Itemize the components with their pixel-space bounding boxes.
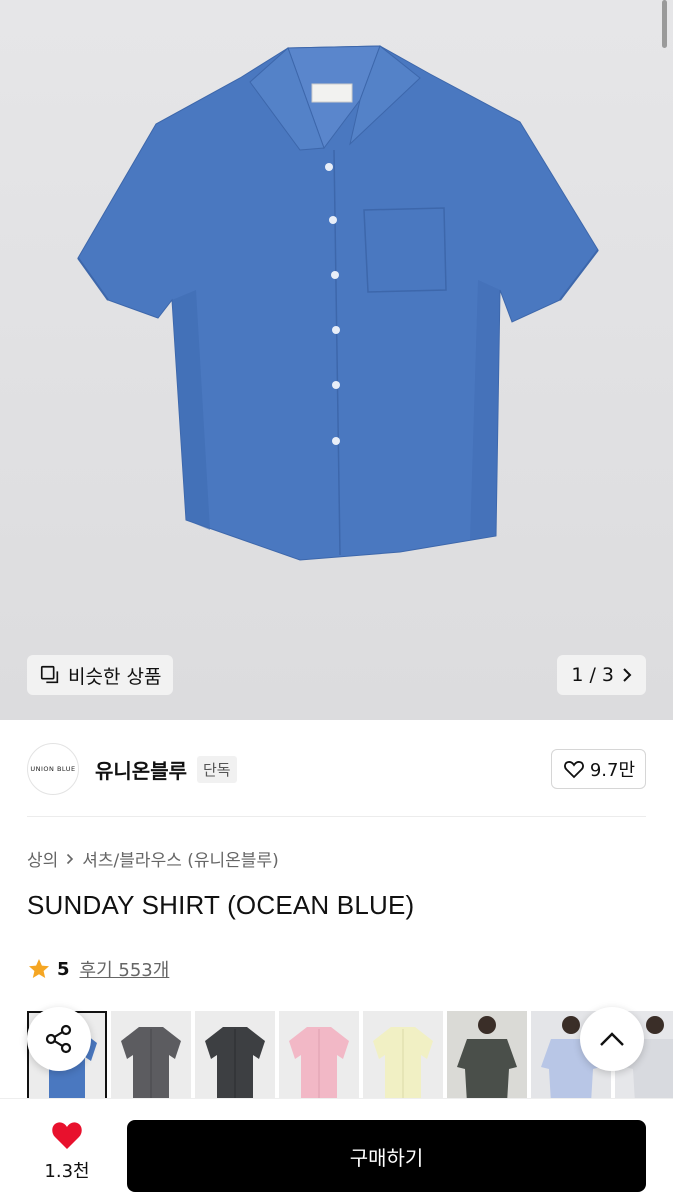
product-image-gallery[interactable]: 비슷한 상품 1 / 3: [0, 0, 673, 720]
heart-outline-icon: [563, 761, 584, 779]
brand-logo-text: UNION BLUE: [30, 765, 76, 773]
wishlist-button[interactable]: 1.3천: [27, 1119, 107, 1183]
similar-products-label: 비슷한 상품: [68, 665, 162, 688]
rating-score: 5: [57, 958, 70, 980]
chevron-up-icon: [600, 1032, 624, 1046]
scrollbar[interactable]: [662, 0, 667, 48]
divider: [27, 816, 646, 817]
thumbnail-image: [447, 1011, 527, 1103]
color-option-yellow[interactable]: [363, 1011, 443, 1103]
heart-filled-icon: [52, 1122, 82, 1149]
rating-summary: 5 후기 553개: [27, 956, 169, 982]
exclusive-badge: 단독: [197, 755, 237, 783]
share-icon: [45, 1024, 72, 1054]
brand-like-button[interactable]: 9.7만: [550, 749, 646, 789]
brand-row: UNION BLUE 유니온블루 단독 9.7만: [27, 742, 646, 796]
thumbnail-image: [205, 1027, 265, 1099]
similar-products-button[interactable]: 비슷한 상품: [27, 655, 174, 695]
chevron-right-icon: [67, 853, 74, 864]
brand-like-count: 9.7만: [589, 760, 635, 781]
brand-name[interactable]: 유니온블루: [95, 755, 187, 784]
color-option-black[interactable]: [195, 1011, 275, 1103]
buy-button[interactable]: 구매하기: [127, 1120, 646, 1192]
color-option-charcoal[interactable]: [111, 1011, 191, 1103]
bottom-action-bar: 1.3천 구매하기: [0, 1099, 673, 1200]
breadcrumb-item-subcategory[interactable]: 셔츠/블라우스 (유니온블루): [82, 846, 278, 871]
breadcrumb: 상의 셔츠/블라우스 (유니온블루): [27, 846, 279, 871]
thumbnail-image: [121, 1027, 181, 1099]
model-photo-olive[interactable]: [447, 1011, 527, 1103]
color-option-pink[interactable]: [279, 1011, 359, 1103]
brand-logo[interactable]: UNION BLUE: [27, 743, 79, 795]
reviews-link[interactable]: 후기 553개: [80, 956, 170, 982]
image-pager-count: 1 / 3: [571, 664, 614, 686]
scroll-to-top-button[interactable]: [580, 1007, 644, 1071]
breadcrumb-item-category[interactable]: 상의: [27, 846, 58, 871]
image-pager-button[interactable]: 1 / 3: [557, 655, 646, 695]
thumbnail-image: [373, 1027, 433, 1099]
wishlist-count: 1.3천: [44, 1161, 90, 1182]
product-title: SUNDAY SHIRT (OCEAN BLUE): [27, 890, 415, 920]
share-button[interactable]: [27, 1007, 91, 1071]
product-photo: [77, 45, 599, 561]
thumbnail-image: [289, 1027, 349, 1099]
chevron-right-icon: [623, 668, 632, 682]
star-icon: [29, 959, 49, 978]
color-options: [27, 1011, 673, 1103]
similar-products-icon: [40, 665, 59, 684]
